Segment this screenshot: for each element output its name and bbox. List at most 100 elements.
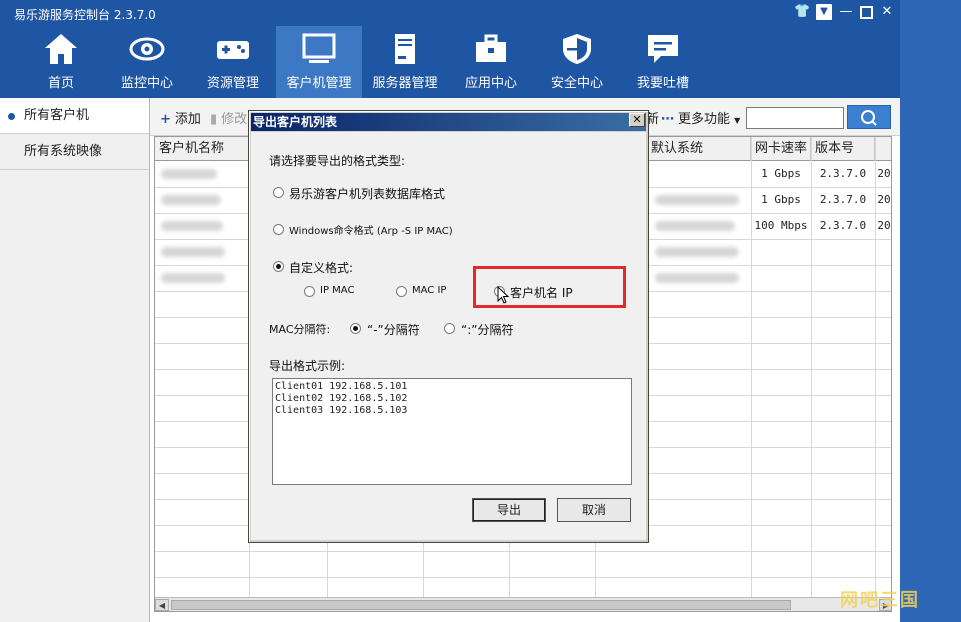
sidebar-item-all-images[interactable]: 所有系统映像 (0, 134, 149, 170)
column-header-default-system[interactable]: 默认系统 (647, 137, 751, 161)
radio-ip-mac-label[interactable]: IP MAC (320, 285, 354, 296)
app-title: 易乐游服务控制台 2.3.7.0 (14, 8, 156, 22)
export-button[interactable]: 导出 (472, 498, 546, 522)
more-dots-icon: ⋯ (661, 112, 674, 127)
sidebar-item-all-clients[interactable]: 所有客户机 (0, 98, 149, 134)
skin-icon[interactable]: 👕 (794, 4, 810, 20)
edit-button[interactable]: ▮ 修改 (210, 108, 247, 127)
search-icon (861, 110, 877, 126)
nav-item-clients[interactable]: 客户机管理 (276, 26, 362, 98)
column-header-client-name[interactable]: 客户机名称 (155, 137, 249, 161)
redacted-system-name (655, 221, 735, 231)
pencil-icon: ▮ (210, 112, 218, 127)
row-3-version: 2.3.7.0 (819, 219, 867, 232)
watermark: 网吧三国 (840, 590, 920, 611)
nav-item-apps[interactable]: 应用中心 (448, 26, 534, 98)
radio-db-format-label[interactable]: 易乐游客户机列表数据库格式 (289, 185, 445, 202)
close-icon[interactable]: ✕ (879, 4, 895, 20)
horizontal-scrollbar[interactable]: ◀ ▶ (155, 597, 891, 611)
sidebar: 所有客户机 所有系统映像 (0, 98, 150, 622)
shield-icon (563, 34, 591, 64)
radio-cmd-format-label[interactable]: Windows命令格式 (Arp -S IP MAC) (289, 222, 453, 237)
search-input[interactable] (746, 107, 844, 129)
dialog-title-bar: 导出客户机列表 (251, 113, 646, 131)
radio-ip-mac[interactable] (304, 286, 315, 297)
eye-icon (129, 37, 165, 61)
radio-db-format[interactable] (273, 187, 284, 198)
row-2-extra: 20 (877, 193, 891, 206)
minimize-icon[interactable]: — (838, 4, 854, 20)
gamepad-icon (217, 41, 249, 59)
row-3-extra: 20 (877, 219, 891, 232)
more-functions-button[interactable]: ⋯ 更多功能 ▼ (661, 108, 740, 127)
redacted-client-name (161, 221, 223, 231)
export-client-list-dialog: 导出客户机列表 ✕ 请选择要导出的格式类型: 易乐游客户机列表数据库格式 Win… (248, 110, 649, 543)
sidebar-item-label: 所有系统映像 (24, 144, 103, 159)
maximize-icon[interactable] (860, 6, 873, 19)
example-label: 导出格式示例: (269, 359, 346, 373)
nav-item-monitor[interactable]: 监控中心 (104, 26, 190, 98)
mac-separator-label: MAC分隔符: (269, 323, 331, 336)
radio-cmd-format[interactable] (273, 224, 284, 235)
radio-dash-separator-label[interactable]: “-”分隔符 (367, 321, 420, 338)
redacted-system-name (655, 247, 739, 257)
nav-item-security[interactable]: 安全中心 (534, 26, 620, 98)
nav-label-apps: 应用中心 (464, 76, 517, 91)
radio-colon-separator-label[interactable]: “:”分隔符 (461, 321, 513, 338)
grid-line (155, 577, 891, 578)
plus-icon: + (160, 112, 171, 127)
menu-dropdown-icon[interactable]: ▼ (816, 4, 832, 20)
redacted-client-name (161, 195, 221, 205)
selected-dot-icon (8, 113, 15, 120)
radio-mac-ip-label[interactable]: MAC IP (412, 285, 446, 296)
column-header-version[interactable]: 版本号 (811, 137, 875, 161)
column-header-nic-speed[interactable]: 网卡速率 (751, 137, 811, 161)
nav-label-monitor: 监控中心 (120, 76, 173, 91)
highlight-box (473, 266, 626, 308)
dialog-title: 导出客户机列表 (253, 115, 338, 129)
nav-item-servers[interactable]: 服务器管理 (362, 26, 448, 98)
close-icon: ✕ (632, 113, 642, 126)
dialog-close-button[interactable]: ✕ (629, 113, 645, 127)
nav-label-security: 安全中心 (550, 76, 603, 91)
mouse-cursor-icon (497, 286, 510, 304)
chat-icon (648, 35, 678, 63)
redacted-client-name (161, 247, 225, 257)
redacted-client-name (161, 273, 225, 283)
nav-item-feedback[interactable]: 我要吐槽 (620, 26, 706, 98)
nav-label-feedback: 我要吐槽 (636, 76, 689, 91)
radio-custom-format[interactable] (273, 261, 284, 272)
radio-dash-separator[interactable] (350, 323, 361, 334)
chevron-down-icon: ▼ (734, 116, 741, 125)
example-line: Client03 192.168.5.103 (275, 405, 408, 416)
nav-item-home[interactable]: 首页 (18, 26, 104, 98)
export-example-box[interactable]: Client01 192.168.5.101 Client02 192.168.… (272, 378, 632, 485)
radio-colon-separator[interactable] (444, 323, 455, 334)
nav-label-resources: 资源管理 (206, 76, 259, 91)
row-2-version: 2.3.7.0 (819, 193, 867, 206)
redacted-system-name (655, 273, 739, 283)
nav-label-clients: 客户机管理 (286, 76, 352, 91)
dialog-body: 请选择要导出的格式类型: 易乐游客户机列表数据库格式 Windows命令格式 (… (251, 132, 646, 540)
sidebar-item-label: 所有客户机 (24, 108, 90, 123)
row-1-nic-speed: 1 Gbps (761, 167, 801, 180)
server-icon (395, 34, 415, 64)
toolbox-icon (476, 34, 506, 62)
cancel-button[interactable]: 取消 (557, 498, 631, 522)
radio-mac-ip[interactable] (396, 286, 407, 297)
radio-custom-format-label[interactable]: 自定义格式: (289, 259, 353, 276)
scrollbar-thumb[interactable] (171, 600, 791, 610)
row-1-version: 2.3.7.0 (819, 167, 867, 180)
monitor-icon (302, 33, 336, 63)
nav-label-home: 首页 (47, 76, 74, 91)
window-edge (900, 0, 961, 622)
search-button[interactable] (847, 105, 891, 129)
nav-label-servers: 服务器管理 (372, 76, 438, 91)
format-prompt: 请选择要导出的格式类型: (269, 154, 406, 168)
row-3-nic-speed: 100 Mbps (754, 219, 808, 232)
add-button[interactable]: + 添加 (160, 108, 201, 127)
scroll-left-icon[interactable]: ◀ (155, 599, 169, 611)
nav-item-resources[interactable]: 资源管理 (190, 26, 276, 98)
example-line: Client02 192.168.5.102 (275, 393, 408, 404)
window-controls: 👕 ▼ — ✕ (794, 4, 895, 20)
